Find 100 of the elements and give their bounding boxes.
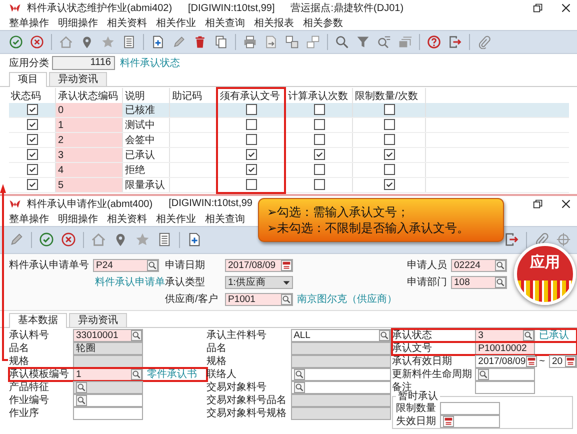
input-field[interactable]: 108 [451,276,507,288]
printer-icon[interactable] [243,35,257,49]
checkbox[interactable] [384,104,394,116]
table-row[interactable]: 4 拒绝 [9,162,569,178]
table-row[interactable]: 1 测试中 [9,118,569,132]
checkbox[interactable] [314,164,324,176]
overlapping-squares-icon[interactable] [285,35,299,49]
search-list-icon[interactable] [377,35,391,49]
table-row[interactable]: 3 已承认 [9,148,569,162]
checkbox[interactable] [314,104,324,116]
menu-item[interactable]: 相关作业 [156,16,196,30]
input-field[interactable]: 2017/08/09 [225,258,293,272]
checkbox[interactable] [26,119,38,130]
menu-item[interactable]: 相关作业 [156,212,196,226]
lookup-icon[interactable] [478,368,490,380]
checkbox[interactable] [246,164,256,176]
input-field[interactable]: P10010002 [475,342,536,354]
add-document-icon[interactable] [187,232,202,247]
lookup-icon[interactable] [294,382,305,392]
copy-icon[interactable] [214,35,228,49]
checkbox[interactable] [26,164,38,176]
tab[interactable]: 项目 [9,72,47,87]
menu-item[interactable]: 明细操作 [58,212,98,226]
exit-icon[interactable] [448,35,462,49]
menu-item[interactable]: 相关资料 [107,212,147,226]
lookup-icon[interactable] [294,368,305,380]
windows-icon[interactable] [306,35,320,49]
search-icon[interactable] [335,35,349,49]
table-row[interactable]: 2 会签中 [9,132,569,148]
pencil-icon[interactable] [172,35,186,49]
calendar-icon[interactable] [281,260,292,270]
lookup-icon[interactable] [523,330,534,340]
checkbox[interactable] [246,104,256,116]
lookup-icon[interactable] [131,368,142,380]
lookup-icon[interactable] [147,260,158,270]
input-field[interactable] [475,380,536,394]
checkbox[interactable] [246,149,256,160]
checkbox[interactable] [384,164,394,176]
lookup-icon[interactable] [495,260,506,270]
input-field[interactable] [475,368,536,380]
checkbox[interactable] [26,134,38,146]
input-field[interactable]: 2017/08/09 [475,354,536,368]
link[interactable]: 料件承认状态 [118,56,180,70]
checkbox[interactable] [246,119,256,130]
checkbox[interactable] [26,179,38,190]
paperclip-icon[interactable] [477,35,491,49]
link[interactable]: 南京图尔克（供应商） [295,292,397,306]
star-icon[interactable] [135,232,150,247]
checkbox[interactable] [314,149,324,160]
pin-icon[interactable] [80,35,94,49]
close-icon[interactable] [561,198,571,208]
lookup-icon[interactable] [281,294,292,304]
checkbox[interactable] [384,179,394,190]
lookup-icon[interactable] [378,330,390,340]
x-circle-icon[interactable] [61,232,76,247]
input-field[interactable]: 20 [549,354,577,368]
link[interactable]: 料件承认申请单 [93,275,165,289]
calendar-icon[interactable] [565,356,576,366]
tab[interactable]: 异动资讯 [69,312,127,326]
lookup-icon[interactable] [76,394,87,406]
input-field[interactable]: ALL [290,328,391,342]
trash-icon[interactable] [193,35,207,49]
list-icon[interactable] [157,232,172,247]
check-circle-icon[interactable] [39,232,54,247]
checkbox[interactable] [246,179,256,190]
calendar-icon[interactable] [526,356,537,366]
input-field[interactable]: P24 [93,258,159,272]
tab[interactable]: 异动资讯 [49,72,107,86]
menu-item[interactable]: 相关查询 [205,16,245,30]
list-icon[interactable] [122,35,136,49]
table-row[interactable]: 0 已核准 [9,103,569,118]
checkbox[interactable] [314,134,324,146]
input-field[interactable] [73,406,143,420]
input-field[interactable]: 1116 [52,56,115,70]
checkbox[interactable] [384,149,394,160]
close-icon[interactable] [561,3,571,13]
menu-item[interactable]: 相关资料 [107,16,147,30]
star-icon[interactable] [101,35,115,49]
exit-icon[interactable] [504,232,519,247]
check-circle-icon[interactable] [9,35,23,49]
document-export-icon[interactable] [264,35,278,49]
checkbox[interactable] [384,119,394,130]
input-field[interactable] [73,394,143,406]
checkbox[interactable] [26,149,38,160]
calendar-icon[interactable] [443,416,454,426]
pencil-icon[interactable] [9,232,24,247]
checkbox[interactable] [26,104,38,116]
input-field[interactable]: 02224 [451,258,507,272]
table-row[interactable]: 5 限量承认 [9,178,569,192]
input-field[interactable] [440,414,500,428]
link[interactable]: 零件承认书 [145,367,197,381]
x-circle-icon[interactable] [30,35,44,49]
link[interactable]: 已承认 [537,328,570,342]
checkbox[interactable] [384,134,394,146]
menu-item[interactable]: 相关报表 [254,16,294,30]
menu-item[interactable]: 相关参数 [303,16,343,30]
menu-item[interactable]: 相关查询 [205,212,245,226]
input-field[interactable] [290,380,391,394]
input-field[interactable]: 33010001 [73,328,143,342]
input-field[interactable]: P1001 [225,292,293,306]
